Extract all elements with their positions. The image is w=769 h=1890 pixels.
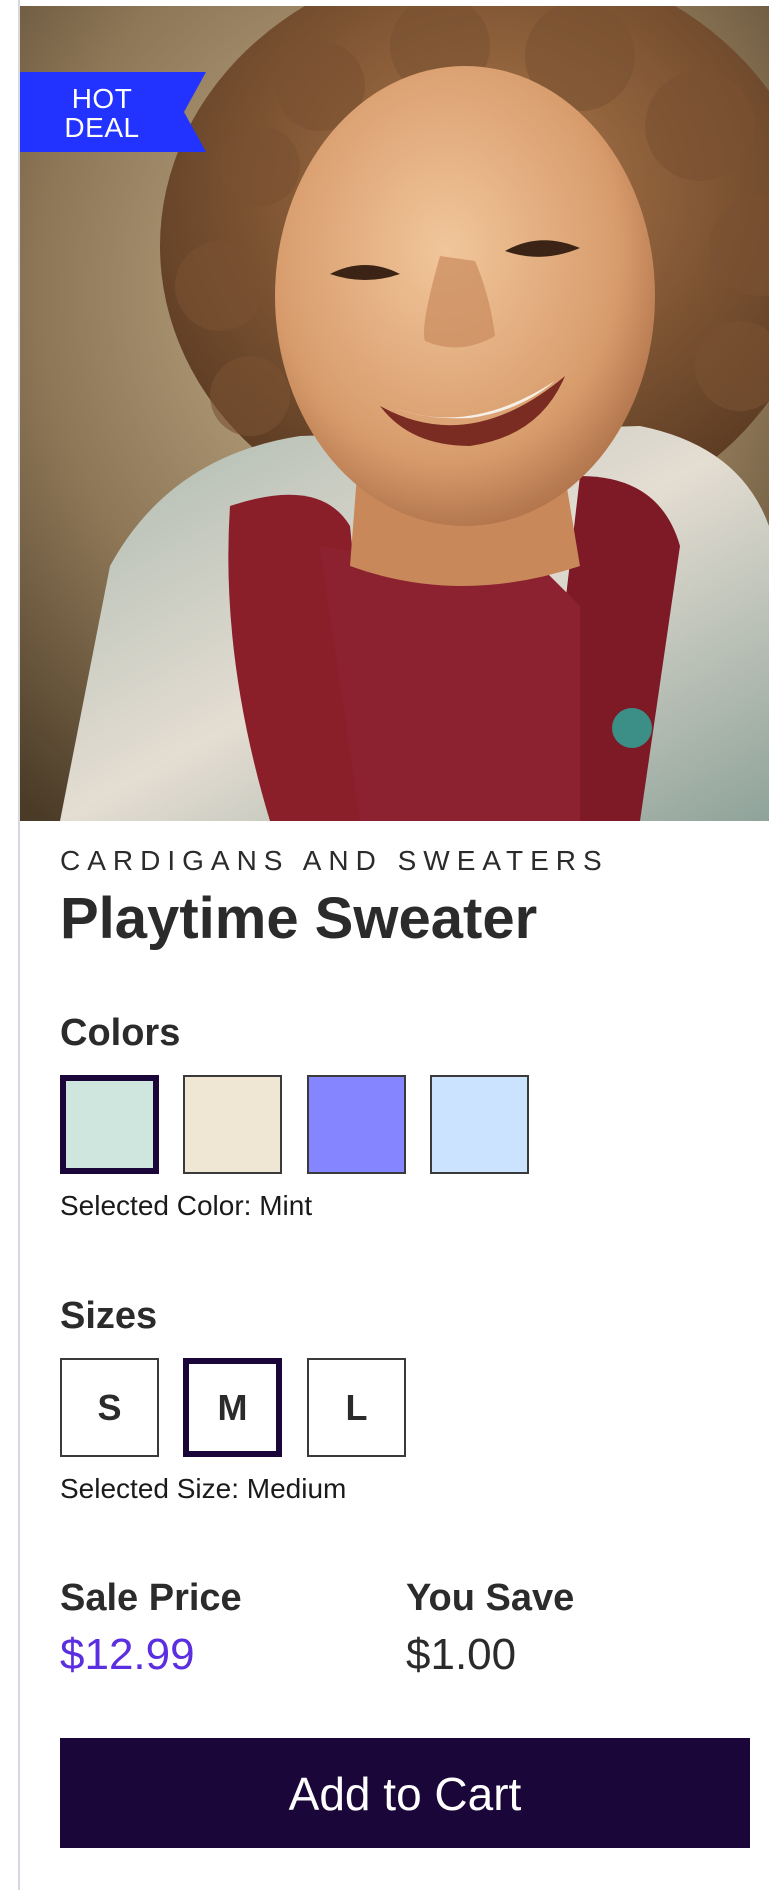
color-swatch-sky[interactable] xyxy=(430,1075,529,1174)
product-image: HOT DEAL xyxy=(20,6,769,821)
hot-deal-badge: HOT DEAL xyxy=(20,72,206,152)
colors-heading: Colors xyxy=(60,1012,181,1054)
selected-size-text: Selected Size: Medium xyxy=(60,1473,347,1504)
color-swatch-periwinkle[interactable] xyxy=(307,1075,406,1174)
you-save-label: You Save xyxy=(406,1577,575,1619)
selected-color-text: Selected Color: Mint xyxy=(60,1190,313,1221)
color-swatch-mint[interactable] xyxy=(60,1075,159,1174)
you-save-value: $1.00 xyxy=(406,1630,517,1679)
sale-price-label: Sale Price xyxy=(60,1577,242,1619)
product-page: HOT DEAL CARDIGANS AND SWEATERS Playtime… xyxy=(0,0,769,1890)
badge-text: HOT DEAL xyxy=(20,84,184,142)
badge-line-1: HOT xyxy=(71,83,133,114)
size-option-l[interactable]: L xyxy=(307,1358,406,1457)
size-option-s[interactable]: S xyxy=(60,1358,159,1457)
add-to-cart-button[interactable]: Add to Cart xyxy=(60,1738,750,1848)
color-swatch-cream[interactable] xyxy=(183,1075,282,1174)
product-card: HOT DEAL CARDIGANS AND SWEATERS Playtime… xyxy=(20,0,769,1890)
size-option-m[interactable]: M xyxy=(183,1358,282,1457)
product-title: Playtime Sweater xyxy=(60,886,538,951)
badge-line-2: DEAL xyxy=(64,112,140,143)
product-category: CARDIGANS AND SWEATERS xyxy=(60,845,609,876)
sale-price-value: $12.99 xyxy=(60,1630,195,1679)
sizes-heading: Sizes xyxy=(60,1295,158,1337)
